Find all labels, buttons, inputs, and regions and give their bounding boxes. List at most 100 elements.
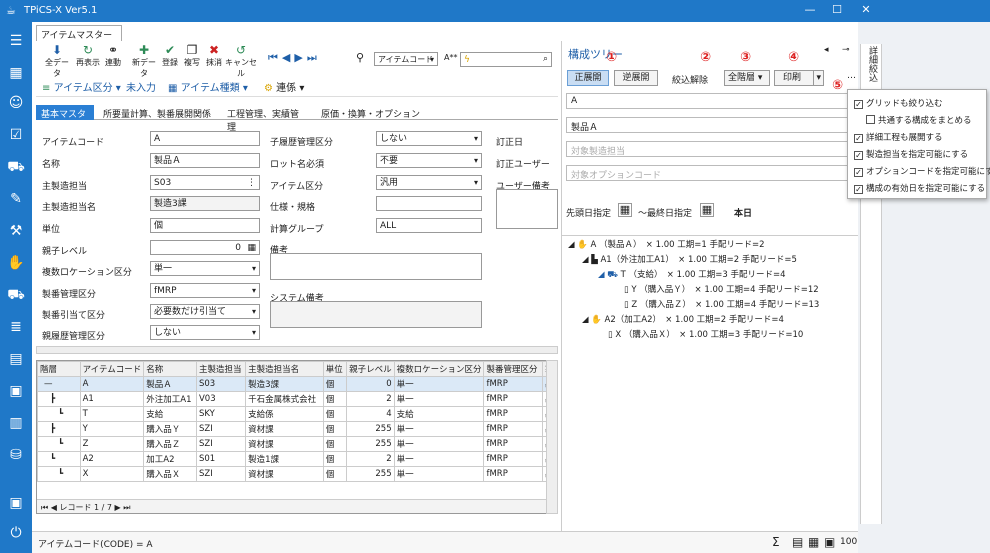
grid-header-cell[interactable]: 階層 [37, 361, 81, 377]
tree-node-a1[interactable]: ◢ ▙ A1（外注加工A1） × 1.00 工期=2 手配リード=5 [582, 253, 797, 265]
grid-header-cell[interactable]: 主製造担当 [195, 361, 247, 377]
tree-node-x[interactable]: ▯ X （購入品Ｘ） × 1.00 工期=3 手配リード=10 [608, 328, 803, 340]
table-cell[interactable]: SZI [195, 436, 247, 452]
chart-icon[interactable]: ▥ [4, 412, 28, 434]
forklift-icon[interactable]: ⛟ [4, 156, 28, 178]
building-icon[interactable]: ▣ [4, 492, 28, 514]
more-icon[interactable]: ⋮ [247, 177, 256, 189]
table-cell[interactable]: — [37, 376, 81, 392]
table-cell[interactable]: fMRP [483, 391, 544, 407]
table-cell[interactable]: 支給係 [245, 406, 324, 422]
checklist-icon[interactable]: ☑ [4, 124, 28, 146]
grid-header-cell[interactable]: 主製造担当名 [245, 361, 324, 377]
table-cell[interactable]: fMRP [483, 421, 544, 437]
mfg-mgmt-select[interactable]: fMRP [150, 283, 260, 298]
table-cell[interactable]: SKY [195, 406, 247, 422]
table-cell[interactable]: 単一 [393, 451, 485, 467]
inbox-icon[interactable]: ▤ [4, 348, 28, 370]
grid-header-cell[interactable]: 単位 [322, 361, 348, 377]
today-button[interactable]: 本日 [734, 206, 752, 219]
calendar-icon[interactable]: ▣ [4, 380, 28, 402]
not-entered-filter[interactable]: 未入力 [126, 79, 156, 94]
table-row[interactable]: ┣A1外注加工A1V03千石金属株式会社個2単一fMRP必 [37, 391, 557, 407]
handcart-icon[interactable]: ⚒ [4, 220, 28, 242]
sigma-icon[interactable]: Σ [772, 535, 780, 549]
grid-header-cell[interactable]: アイテムコード [79, 361, 145, 377]
table-cell[interactable]: 255 [346, 421, 395, 437]
grid-filter-checkbox[interactable]: ✓ グリッドも絞り込む [854, 97, 943, 109]
search-mode-label[interactable]: A** [444, 53, 457, 62]
table-cell[interactable]: Y [79, 421, 145, 437]
tree-node-y[interactable]: ▯ Y （購入品Ｙ） × 1.00 工期=4 手配リード=12 [624, 283, 819, 295]
table-cell[interactable]: fMRP [483, 376, 544, 392]
user-remarks-field[interactable] [496, 189, 558, 229]
grid-header-cell[interactable]: 製番管理区分 [483, 361, 544, 377]
table-icon[interactable]: ▦ [4, 62, 28, 84]
first-page-icon[interactable]: ⏮ ◀ [41, 503, 57, 512]
target-owner-field[interactable]: 対象製造担当 [566, 141, 856, 157]
table-cell[interactable]: S03 [195, 376, 247, 392]
table-cell[interactable]: ┣ [37, 391, 81, 407]
tree-node-a2[interactable]: ◢ ✋ A2（加工A2） × 1.00 工期=2 手配リード=4 [582, 313, 784, 325]
effective-date-checkbox[interactable]: ✓ 構成の有効日を指定可能にする [854, 182, 985, 194]
table-cell[interactable]: 2 [346, 391, 395, 407]
grid-header-cell[interactable]: 複数ロケーション区分 [393, 361, 485, 377]
table-cell[interactable]: 個 [322, 376, 348, 392]
binoculars-icon[interactable]: ⚲ [356, 51, 364, 64]
table-cell[interactable]: 255 [346, 436, 395, 452]
table-cell[interactable]: 資材課 [245, 436, 324, 452]
table-cell[interactable]: 個 [322, 406, 348, 422]
reverse-expand-button[interactable]: 逆展開 [614, 70, 658, 86]
tab-requirement-calc[interactable]: 所要量計算、製番展開関係 [98, 105, 218, 120]
table-cell[interactable]: 単一 [393, 436, 485, 452]
tree-node-a[interactable]: ◢ ✋ A （製品Ａ） × 1.00 工期=1 手配リード=2 [568, 238, 765, 250]
table-cell[interactable]: 資材課 [245, 421, 324, 437]
doc-tab-item-master[interactable]: アイテムマスター ✕ [36, 25, 122, 51]
spec-field[interactable] [376, 196, 482, 211]
multi-loc-select[interactable]: 単一 [150, 261, 260, 276]
table-cell[interactable]: 製造1課 [245, 451, 324, 467]
table-cell[interactable]: 単一 [393, 376, 485, 392]
table-cell[interactable]: A [79, 376, 145, 392]
table-cell[interactable]: fMRP [483, 466, 544, 482]
delete-button[interactable]: ✖ 抹消 [204, 43, 224, 68]
close-button[interactable]: ✕ [856, 3, 876, 16]
parent-hist-select[interactable]: しない [150, 325, 260, 340]
table-cell[interactable]: T [79, 406, 145, 422]
robot-icon[interactable]: ☺ [4, 92, 28, 114]
table-cell[interactable]: ┗ [37, 406, 81, 422]
search-field-select[interactable]: アイテムコード [374, 52, 438, 66]
table-row[interactable]: ┗T支給SKY支給係個4支給fMRP必 [37, 406, 557, 422]
unit-field[interactable]: 個 [150, 218, 260, 233]
table-cell[interactable]: ┗ [37, 466, 81, 482]
table-cell[interactable]: 個 [322, 466, 348, 482]
target-option-field[interactable]: 対象オプションコード [566, 165, 856, 181]
table-cell[interactable]: 製造3課 [245, 376, 324, 392]
item-type-filter[interactable]: ▦ アイテム種類 ▾ [168, 79, 248, 94]
owner-specify-checkbox[interactable]: ✓ 製造担当を指定可能にする [854, 148, 968, 160]
table-row[interactable]: ┣Y購入品ＹSZI資材課個255単一fMRP必 [37, 421, 557, 437]
table-row[interactable]: ┗A2加工A2S01製造1課個2単一fMRP必 [37, 451, 557, 467]
option-specify-checkbox[interactable]: ✓ オプションコードを指定可能にする [854, 165, 990, 177]
item-class-filter[interactable]: ≡ アイテム区分 ▾ [42, 79, 121, 94]
table-cell[interactable]: 購入品Ｘ [143, 466, 197, 482]
table-cell[interactable]: 個 [322, 436, 348, 452]
table-cell[interactable]: A2 [79, 451, 145, 467]
last-record-icon[interactable]: ⏭ [307, 51, 321, 64]
table-row[interactable]: ┗Z購入品ＺSZI資材課個255単一fMRP必 [37, 436, 557, 452]
view-form-icon[interactable]: ▦ [808, 535, 819, 549]
table-cell[interactable]: 個 [322, 421, 348, 437]
all-data-button[interactable]: ⬇ 全データ [42, 43, 72, 79]
table-row[interactable]: ┗X購入品ＸSZI資材課個255単一fMRP必 [37, 466, 557, 482]
tree-code-field[interactable]: A [566, 93, 856, 109]
table-cell[interactable]: 個 [322, 451, 348, 467]
copy-button[interactable]: ❐ 複写 [182, 43, 202, 68]
wrench-icon[interactable]: ✎ [4, 188, 28, 210]
table-cell[interactable]: SZI [195, 466, 247, 482]
search-input[interactable]: ϟ ⌕ [460, 52, 552, 67]
last-page-icon[interactable]: ▶ ⏭ [115, 503, 131, 512]
table-cell[interactable]: ┗ [37, 451, 81, 467]
table-row[interactable]: —A製品ＡS03製造3課個0単一fMRP必 [37, 376, 557, 392]
power-icon[interactable]: ⏻ [4, 522, 28, 544]
calc-group-field[interactable]: ALL [376, 218, 482, 233]
